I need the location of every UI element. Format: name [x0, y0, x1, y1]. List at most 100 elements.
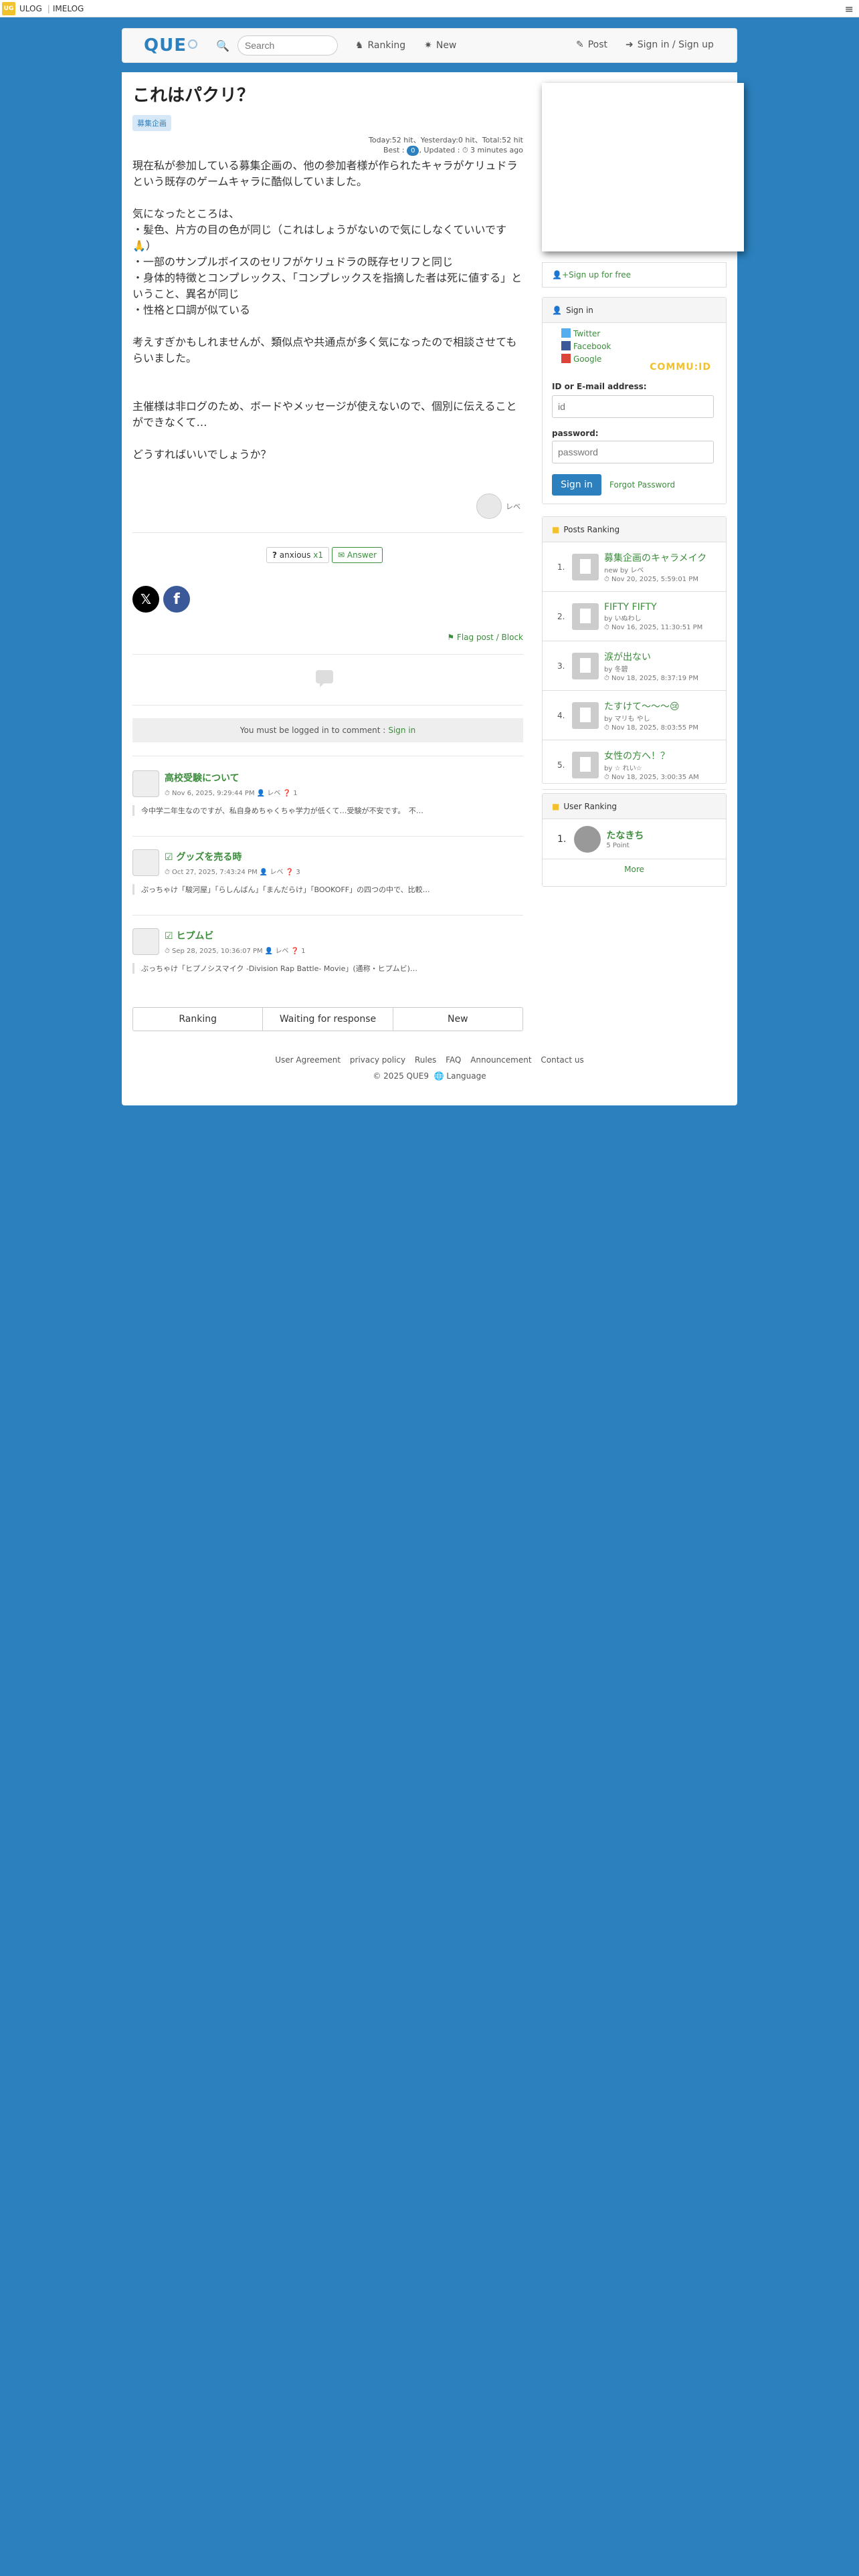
- ulog-link[interactable]: ULOG: [19, 4, 42, 13]
- signin-link[interactable]: Sign in: [388, 726, 415, 735]
- footer: User Agreement privacy policy Rules FAQ …: [122, 1055, 737, 1081]
- rank-number: 2.: [557, 611, 565, 621]
- related-excerpt: ぷっちゃけ「駿河屋」「らしんばん」「まんだらけ」「BOOKOFF」の四つの中で、…: [132, 884, 523, 895]
- ranking-title[interactable]: 女性の方へ！？: [604, 749, 699, 762]
- twitter-login[interactable]: Twitter: [561, 328, 642, 338]
- flag-post-link[interactable]: ⚑ Flag post / Block: [447, 633, 523, 642]
- x-share-icon[interactable]: 𝕏: [132, 586, 159, 613]
- facebook-label: Facebook: [573, 342, 611, 351]
- site-logo-icon[interactable]: UG: [2, 1, 15, 15]
- footer-link[interactable]: FAQ: [446, 1055, 461, 1065]
- tab-ranking[interactable]: Ranking: [133, 1008, 264, 1031]
- nav-post-link[interactable]: ✎ Post: [576, 39, 607, 50]
- related-excerpt: 今中学二年生なのですが、私自身めちゃくちゃ学力が低くて…受験が不安です。 不…: [132, 805, 523, 816]
- top-bar: UG ULOG | IMELOG ≡: [0, 0, 859, 17]
- related-post[interactable]: ☑ グッズを売る時 ⏱ Oct 27, 2025, 7:43:24 PM 👤 レベ…: [132, 849, 523, 895]
- id-input[interactable]: [552, 395, 714, 418]
- hamburger-menu-icon[interactable]: ≡: [845, 3, 854, 15]
- related-post[interactable]: ☑ ヒプムビ ⏱ Sep 28, 2025, 10:36:07 PM 👤 レベ ❓…: [132, 928, 523, 974]
- related-title[interactable]: ☑ グッズを売る時: [165, 850, 300, 863]
- related-meta: ⏱ Nov 6, 2025, 9:29:44 PM 👤 レベ ❓ 1: [165, 789, 298, 797]
- post-stats: Today:52 hit、Yesterday:0 hit、Total:52 hi…: [369, 135, 523, 156]
- related-title-text: ヒプムビ: [176, 930, 214, 942]
- sparkle-icon: ✷: [424, 40, 432, 51]
- twitter-label: Twitter: [573, 329, 601, 338]
- related-avatar: [132, 849, 159, 876]
- facebook-login[interactable]: Facebook: [561, 341, 642, 351]
- trophy-icon: ■: [552, 524, 560, 534]
- ranking-item[interactable]: 3. 涙が出ない by 冬碧 ⏱ Nov 18, 2025, 8:37:19 PM: [543, 641, 726, 691]
- globe-icon: 🌐: [434, 1071, 444, 1081]
- nav-new-link[interactable]: ✷ New: [424, 40, 456, 51]
- tab-new[interactable]: New: [393, 1008, 522, 1031]
- oauth-links: Twitter Facebook Google: [543, 323, 726, 366]
- related-meta: ⏱ Sep 28, 2025, 10:36:07 PM 👤 レベ ❓ 1: [165, 947, 306, 955]
- ranking-item[interactable]: 1. 募集企画のキャラメイク new by レベ ⏱ Nov 20, 2025, 5:…: [543, 542, 726, 592]
- footer-links: User Agreement privacy policy Rules FAQ …: [122, 1055, 737, 1065]
- author-avatar[interactable]: [476, 494, 502, 519]
- best-label: Best :: [383, 146, 405, 154]
- related-meta: ⏱ Oct 27, 2025, 7:43:24 PM 👤 レベ ❓ 3: [165, 868, 300, 876]
- ranking-title[interactable]: 募集企画のキャラメイク: [604, 551, 706, 564]
- ranking-author: by ☆ れい☆: [604, 764, 642, 772]
- related-excerpt: ぶっちゃけ「ヒプノシスマイク -Division Rap Battle- Mov…: [132, 963, 523, 974]
- language-link[interactable]: Language: [446, 1071, 486, 1081]
- imelog-link[interactable]: IMELOG: [53, 4, 84, 13]
- que-logo[interactable]: QUE: [144, 35, 197, 56]
- ranking-title[interactable]: たすけて〜〜〜😢: [604, 700, 698, 713]
- rank-number: 3.: [557, 661, 565, 671]
- twitter-icon: [561, 328, 571, 338]
- related-title[interactable]: ☑ ヒプムビ: [165, 929, 306, 942]
- main-panel: これはパクリ？ 募集企画 Today:52 hit、Yesterday:0 hi…: [122, 72, 744, 1105]
- footer-link[interactable]: Announcement: [470, 1055, 531, 1065]
- search-input[interactable]: [237, 35, 338, 56]
- nav-signin-label: Sign in / Sign up: [637, 39, 714, 50]
- facebook-share-icon[interactable]: f: [163, 586, 190, 613]
- ranking-title[interactable]: 涙が出ない: [604, 650, 698, 663]
- facebook-icon: [561, 341, 571, 350]
- document-icon: [572, 751, 599, 778]
- reaction-label: anxious: [279, 550, 311, 560]
- user-ranking-item[interactable]: 1. たなきち 5 Point: [543, 819, 726, 859]
- users-more-link[interactable]: More: [543, 859, 726, 879]
- tab-waiting[interactable]: Waiting for response: [263, 1008, 393, 1031]
- ranking-item[interactable]: 2. FIFTY FIFTY by いぬわし ⏱ Nov 16, 2025, 11:3…: [543, 592, 726, 641]
- related-title[interactable]: 高校受験について: [165, 771, 298, 784]
- author-name[interactable]: レベ: [506, 501, 520, 512]
- pencil-icon: ✎: [576, 39, 584, 50]
- user-name[interactable]: たなきち: [606, 829, 644, 842]
- best-badge: 0: [407, 146, 419, 156]
- answer-button[interactable]: ✉ Answer: [331, 547, 383, 563]
- copyright: © 2025 QUE9 🌐 Language: [122, 1071, 737, 1081]
- anxious-reaction-button[interactable]: ? anxious x1: [266, 547, 329, 563]
- login-to-comment: You must be logged in to comment : Sign i…: [132, 718, 523, 742]
- signin-button[interactable]: Sign in: [552, 474, 601, 496]
- nav-ranking-link[interactable]: ♞ Ranking: [355, 40, 405, 51]
- forgot-password-link[interactable]: Forgot Password: [609, 480, 675, 490]
- search-icon[interactable]: 🔍: [216, 39, 229, 52]
- ranking-item[interactable]: 5. 女性の方へ！？ by ☆ れい☆ ⏱ Nov 18, 2025, 3:00:35…: [543, 740, 726, 790]
- footer-link[interactable]: Rules: [415, 1055, 436, 1065]
- category-tag[interactable]: 募集企画: [132, 115, 171, 131]
- bottom-tabs: Ranking Waiting for response New: [132, 1007, 523, 1031]
- footer-link[interactable]: Contact us: [541, 1055, 583, 1065]
- ranking-title[interactable]: FIFTY FIFTY: [604, 602, 702, 613]
- signup-link[interactable]: 👤+ Sign up for free: [542, 262, 727, 288]
- post-author[interactable]: レベ: [476, 494, 520, 519]
- signin-panel: 👤 Sign in Twitter Facebook Google COMMU:I…: [542, 297, 727, 504]
- footer-link[interactable]: privacy policy: [350, 1055, 405, 1065]
- divider: [132, 836, 523, 837]
- separator: |: [47, 3, 50, 13]
- commu-id-logo[interactable]: COMMU:ID: [650, 362, 711, 372]
- updated-label: , Updated : ⏱ 3 minutes ago: [419, 146, 523, 154]
- ranking-date: ⏱ Nov 18, 2025, 3:00:35 AM: [604, 773, 699, 781]
- password-input[interactable]: [552, 441, 714, 463]
- rank-number: 1.: [557, 562, 565, 572]
- check-icon: ☑: [165, 930, 177, 942]
- ranking-item[interactable]: 4. たすけて〜〜〜😢 by マリも やし ⏱ Nov 18, 2025, 8:03:…: [543, 691, 726, 740]
- posts-ranking-panel: ■ Posts Ranking 1. 募集企画のキャラメイク new by レベ ⏱ N…: [542, 516, 727, 804]
- nav-signin-link[interactable]: ➜ Sign in / Sign up: [626, 39, 714, 50]
- google-login[interactable]: Google: [561, 354, 642, 364]
- footer-link[interactable]: User Agreement: [275, 1055, 341, 1065]
- related-post[interactable]: 高校受験について ⏱ Nov 6, 2025, 9:29:44 PM 👤 レベ ❓…: [132, 770, 523, 816]
